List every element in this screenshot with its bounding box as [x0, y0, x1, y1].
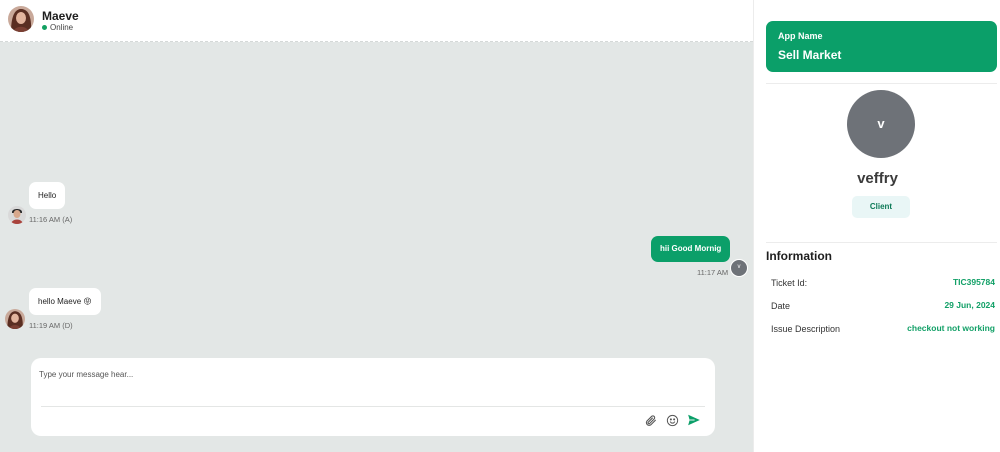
contact-avatar[interactable]	[8, 6, 34, 32]
info-label: Date	[771, 301, 791, 311]
message-bubble-outgoing: hii Good Mornig	[651, 236, 731, 262]
message-composer	[31, 358, 715, 436]
app-name: Sell Market	[778, 48, 842, 62]
divider	[766, 242, 997, 243]
status-text: Online	[50, 23, 74, 32]
info-label: Issue Description	[771, 324, 841, 334]
composer-actions	[643, 413, 701, 427]
client-avatar: v	[847, 90, 915, 158]
app-card: App Name Sell Market	[766, 21, 997, 72]
info-value: TIC395784	[952, 277, 995, 287]
online-indicator-icon	[42, 25, 47, 30]
chat-header: Maeve Online	[0, 0, 753, 42]
details-panel: App Name Sell Market v veffry Client Inf…	[753, 0, 1000, 452]
info-value: checkout not working	[907, 323, 995, 333]
message-input[interactable]	[39, 366, 699, 382]
message-bubble-incoming: Hello	[29, 182, 66, 209]
message-bubble-incoming: hello Maeve 😝	[29, 288, 101, 315]
message-time: 11:19 AM (D)	[29, 321, 73, 330]
contact-name: Maeve	[42, 9, 79, 23]
user-avatar: v	[730, 259, 748, 277]
app-label: App Name	[778, 31, 823, 41]
divider	[766, 83, 997, 84]
composer-divider	[41, 406, 705, 407]
info-label: Ticket Id:	[771, 278, 808, 288]
info-row-ticket: Ticket Id: TIC395784	[771, 277, 995, 292]
role-badge: Client	[852, 196, 910, 218]
sender-avatar	[5, 309, 25, 329]
sender-avatar	[8, 206, 26, 224]
client-name: veffry	[857, 170, 898, 187]
info-row-date: Date 29 Jun, 2024	[771, 300, 995, 315]
contact-status: Online	[42, 23, 73, 32]
message-time: 11:16 AM (A)	[29, 215, 73, 224]
chat-area: Maeve Online Hello 11:16 AM (A) hii Good…	[0, 0, 753, 452]
info-value: 29 Jun, 2024	[944, 300, 995, 310]
info-title: Information	[766, 249, 832, 263]
info-row-issue: Issue Description checkout not working	[771, 323, 995, 338]
emoji-icon[interactable]	[665, 413, 679, 427]
paperclip-icon[interactable]	[643, 413, 657, 427]
send-icon[interactable]	[687, 413, 701, 427]
message-time: 11:17 AM	[697, 268, 729, 277]
